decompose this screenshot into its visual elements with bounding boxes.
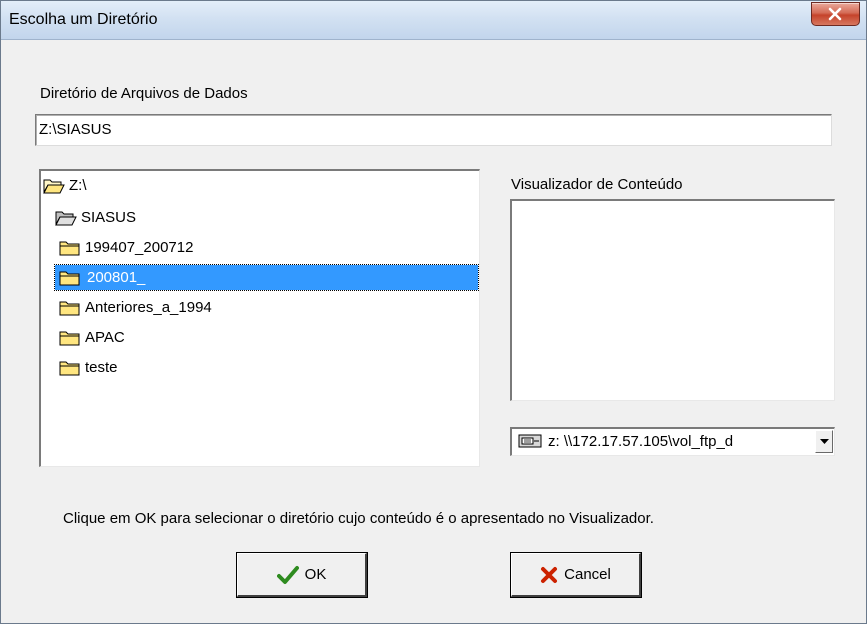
path-label: Diretório de Arquivos de Dados [40, 85, 248, 102]
hint-text: Clique em OK para selecionar o diretório… [63, 510, 654, 527]
title-bar[interactable]: Escolha um Diretório [1, 1, 866, 40]
cancel-x-icon [541, 566, 558, 583]
tree-item-root[interactable]: Z:\ [43, 173, 87, 198]
tree-item-teste[interactable]: teste [59, 355, 118, 380]
tree-item-label: SIASUS [81, 209, 137, 226]
tree-item-siasus[interactable]: SIASUS [55, 205, 136, 230]
folder-icon [59, 361, 80, 375]
close-icon [828, 7, 842, 21]
drive-value: z: \\172.17.57.105\vol_ftp_d [548, 433, 734, 450]
dialog-window: Escolha um Diretório Diretório de Arquiv… [0, 0, 867, 624]
ok-label: OK [304, 566, 327, 583]
window-title: Escolha um Diretório [9, 11, 158, 28]
checkmark-icon [276, 565, 299, 584]
open-folder-icon [55, 211, 77, 226]
tree-item-anteriores[interactable]: Anteriores_a_1994 [59, 295, 212, 320]
directory-tree[interactable]: Z:\ SIASUS 199407_200712 200801_ Anterio… [39, 169, 480, 467]
tree-item-199407[interactable]: 199407_200712 [59, 235, 193, 260]
viewer-label: Visualizador de Conteúdo [511, 176, 683, 193]
tree-item-label: 199407_200712 [85, 239, 194, 256]
folder-icon [59, 271, 80, 285]
tree-item-label: APAC [85, 329, 125, 346]
tree-item-label: teste [85, 359, 118, 376]
drive-dropdown[interactable]: z: \\172.17.57.105\vol_ftp_d [510, 427, 835, 456]
directory-path-input[interactable]: Z:\SIASUS [35, 114, 832, 146]
tree-item-label: Anteriores_a_1994 [85, 299, 212, 316]
tree-item-apac[interactable]: APAC [59, 325, 125, 350]
open-folder-icon [43, 179, 65, 194]
cancel-button[interactable]: Cancel [510, 552, 642, 598]
tree-item-label: Z:\ [69, 177, 87, 194]
network-drive-icon [518, 434, 542, 448]
tree-item-200801[interactable]: 200801_ [59, 265, 148, 290]
close-button[interactable] [811, 2, 860, 26]
folder-icon [59, 301, 80, 315]
ok-button[interactable]: OK [236, 552, 368, 598]
folder-icon [59, 331, 80, 345]
folder-icon [59, 241, 80, 255]
content-viewer[interactable] [510, 199, 835, 401]
chevron-down-icon [820, 439, 829, 444]
cancel-label: Cancel [564, 566, 611, 583]
tree-item-label: 200801_ [85, 269, 148, 286]
dropdown-arrow-button[interactable] [815, 430, 833, 453]
